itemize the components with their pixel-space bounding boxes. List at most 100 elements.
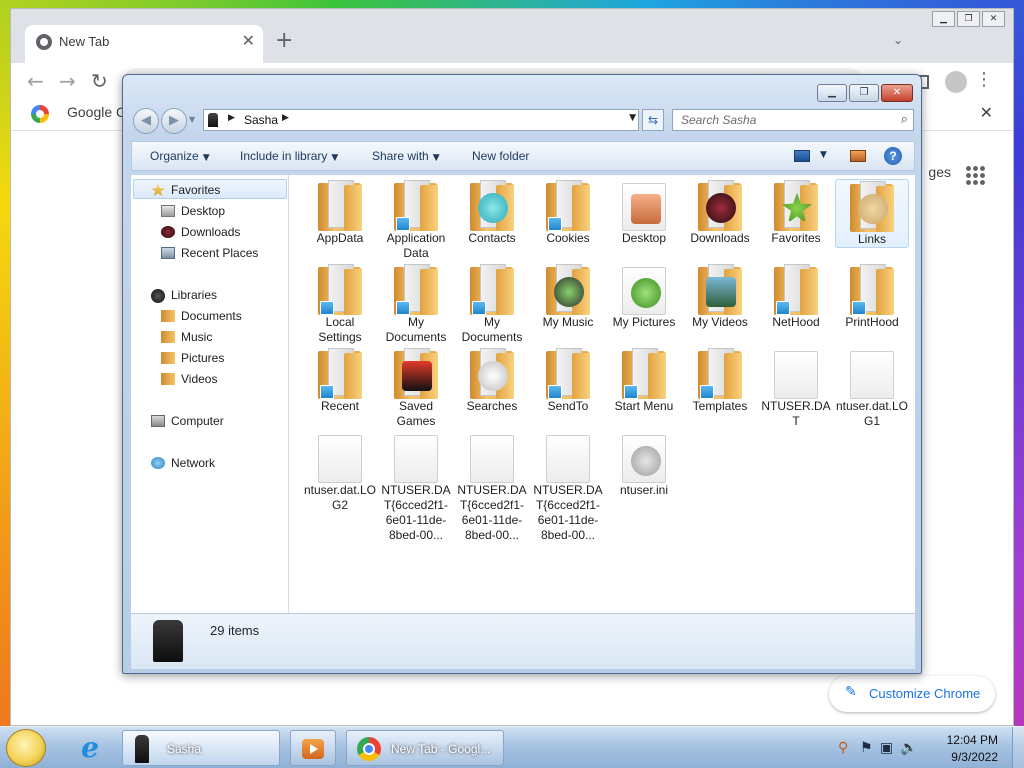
include-in-library-button[interactable]: Include in library ▼ <box>240 149 338 163</box>
search-icon[interactable]: ⌕ <box>901 112 908 127</box>
internet-explorer-icon[interactable]: e <box>74 733 106 763</box>
nav-item-downloads[interactable]: Downloads <box>161 225 240 239</box>
recent-pages-dropdown-icon[interactable]: ▼ <box>189 115 195 124</box>
file-item[interactable]: NetHood <box>759 263 833 330</box>
new-tab-button[interactable]: + <box>275 28 293 53</box>
profile-avatar-icon[interactable] <box>945 71 967 93</box>
address-dropdown-icon[interactable]: ▼ <box>629 113 636 123</box>
videos-library-icon <box>161 373 175 385</box>
chrome-menu-icon[interactable]: ⋮ <box>975 69 993 90</box>
nav-item-documents[interactable]: Documents <box>161 309 242 323</box>
searches-folder-icon <box>470 348 514 399</box>
back-arrow-icon[interactable]: ◀ <box>133 108 159 134</box>
help-icon[interactable]: ? <box>884 147 902 165</box>
share-with-button[interactable]: Share with ▼ <box>372 149 440 163</box>
chrome-tab-new-tab[interactable]: New Tab ✕ <box>25 25 263 63</box>
file-item[interactable]: SendTo <box>531 347 605 414</box>
refresh-icon[interactable]: ⇆ <box>642 109 664 131</box>
chrome-tab-favicon-icon <box>36 34 52 50</box>
maximize-button[interactable]: ❐ <box>849 84 879 102</box>
file-item[interactable]: Templates <box>683 347 757 414</box>
file-item[interactable]: Contacts <box>455 179 529 246</box>
taskbar-item-explorer[interactable]: Sasha <box>122 730 280 766</box>
close-button[interactable]: ✕ <box>982 11 1005 27</box>
file-item[interactable]: Application Data <box>379 179 453 261</box>
view-options-dropdown-icon[interactable]: ▼ <box>820 150 827 160</box>
file-item[interactable]: Favorites <box>759 179 833 246</box>
file-item[interactable]: Desktop <box>607 179 681 246</box>
file-item[interactable]: ntuser.dat.LOG2 <box>303 431 377 513</box>
customize-chrome-button[interactable]: ✎ Customize Chrome <box>829 676 995 712</box>
clock-time[interactable]: 12:04 PM <box>947 733 998 747</box>
action-center-flag-icon[interactable]: ⚑ <box>860 740 873 756</box>
breadcrumb-separator-icon[interactable]: ▶ <box>282 113 289 123</box>
show-desktop-button[interactable] <box>1012 727 1024 768</box>
volume-icon[interactable]: 🔈 <box>900 740 917 756</box>
file-item[interactable]: Downloads <box>683 179 757 246</box>
apps-grid-icon[interactable] <box>965 165 985 185</box>
close-icon[interactable]: ✕ <box>980 103 993 122</box>
taskbar-item-label: New Tab - Googl... <box>391 742 491 756</box>
change-view-icon[interactable] <box>794 150 810 162</box>
file-item[interactable]: ntuser.dat.LOG1 <box>835 347 909 429</box>
minimize-button[interactable]: ▁ <box>932 11 955 27</box>
file-item[interactable]: Links <box>835 179 909 248</box>
tab-search-icon[interactable]: ⌄ <box>893 33 903 47</box>
file-item[interactable]: My Videos <box>683 263 757 330</box>
file-item[interactable]: NTUSER.DAT{6cced2f1-6e01-11de-8bed-00... <box>455 431 529 543</box>
network-icon[interactable]: ▣ <box>880 740 893 756</box>
file-item[interactable]: Local Settings <box>303 263 377 345</box>
nav-item-libraries[interactable]: Libraries <box>151 288 217 303</box>
nav-item-recent-places[interactable]: Recent Places <box>161 246 258 260</box>
file-label: Templates <box>692 399 748 413</box>
nav-item-desktop[interactable]: Desktop <box>161 204 225 218</box>
file-item[interactable]: Recent <box>303 347 377 414</box>
nav-item-favorites[interactable]: Favorites <box>151 183 220 197</box>
nav-item-network[interactable]: Network <box>151 456 215 470</box>
file-item[interactable]: PrintHood <box>835 263 909 330</box>
address-bar[interactable]: ▶ Sasha ▶ ▼ <box>203 109 639 131</box>
breadcrumb-sasha[interactable]: Sasha <box>244 113 278 127</box>
file-item[interactable]: Cookies <box>531 179 605 246</box>
nav-item-pictures[interactable]: Pictures <box>161 351 224 365</box>
folder-badge-icon <box>631 194 661 224</box>
nav-item-computer[interactable]: Computer <box>151 414 224 428</box>
organize-button[interactable]: Organize ▼ <box>150 149 210 163</box>
nav-item-music[interactable]: Music <box>161 330 212 344</box>
search-icon[interactable]: ⚲ <box>838 740 848 756</box>
file-label: ntuser.ini <box>619 483 669 497</box>
reload-icon[interactable]: ↻ <box>91 69 108 93</box>
file-item[interactable]: My Documents <box>455 263 529 345</box>
forward-arrow-icon[interactable]: → <box>59 69 76 93</box>
file-item[interactable]: Saved Games <box>379 347 453 429</box>
navigation-pane: Favorites Desktop Downloads Recent Place… <box>131 175 289 613</box>
file-item[interactable]: NTUSER.DAT{6cced2f1-6e01-11de-8bed-00... <box>379 431 453 543</box>
file-item[interactable]: My Documents <box>379 263 453 345</box>
forward-arrow-icon[interactable]: ▶ <box>161 108 187 134</box>
file-item[interactable]: Searches <box>455 347 529 414</box>
folder-icon <box>318 180 362 231</box>
close-icon[interactable]: ✕ <box>242 31 255 50</box>
start-button[interactable] <box>6 729 46 767</box>
file-item[interactable]: Start Menu <box>607 347 681 414</box>
clock-date[interactable]: 9/3/2022 <box>951 750 998 764</box>
close-button[interactable]: ✕ <box>881 84 913 102</box>
images-link[interactable]: ges <box>928 164 951 180</box>
file-item[interactable]: NTUSER.DAT <box>759 347 833 429</box>
minimize-button[interactable]: ▁ <box>817 84 847 102</box>
search-input[interactable]: Search Sasha ⌕ <box>672 109 914 131</box>
back-arrow-icon[interactable]: ← <box>27 69 44 93</box>
file-item[interactable]: My Music <box>531 263 605 330</box>
nav-item-videos[interactable]: Videos <box>161 372 217 386</box>
maximize-button[interactable]: ❐ <box>957 11 980 27</box>
explorer-window: ▁ ❐ ✕ ◀ ▶ ▼ ▶ Sasha ▶ ▼ ⇆ Search Sasha ⌕… <box>122 74 922 674</box>
taskbar-item-media-player[interactable] <box>290 730 336 766</box>
breadcrumb-separator-icon[interactable]: ▶ <box>228 113 235 123</box>
file-item[interactable]: ntuser.ini <box>607 431 681 498</box>
file-item[interactable]: AppData <box>303 179 377 246</box>
preview-pane-icon[interactable] <box>850 150 866 162</box>
taskbar-item-chrome[interactable]: New Tab - Googl... <box>346 730 504 766</box>
file-item[interactable]: NTUSER.DAT{6cced2f1-6e01-11de-8bed-00... <box>531 431 605 543</box>
file-item[interactable]: My Pictures <box>607 263 681 330</box>
new-folder-button[interactable]: New folder <box>472 149 529 163</box>
